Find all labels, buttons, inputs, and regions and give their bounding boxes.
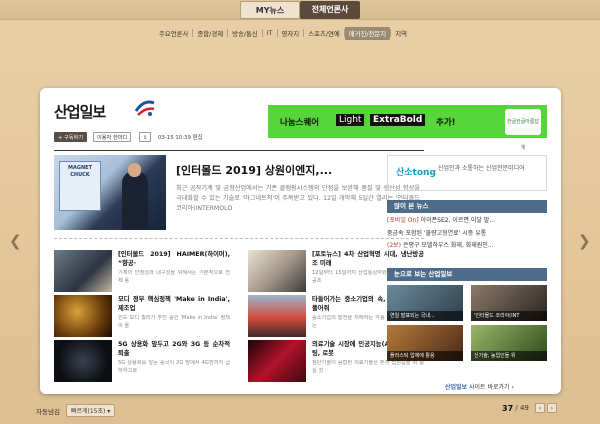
site-link-name: 산업일보 — [445, 384, 468, 391]
stong-text: 산업인과 소통하는 산업전문미디어 — [438, 165, 525, 172]
story-desc: 첨단기술이 융합된 의료기술은 환자 접점길을 위 충실 것 — [312, 360, 424, 374]
pop-text: 은평구 모델하우스 화재, 화재원인... — [401, 242, 494, 249]
story-title: 모디 정부 핵심정책 'Make in India', 제조업 — [118, 296, 230, 312]
page-current: 37 — [502, 403, 514, 413]
story-thumbnail — [54, 295, 112, 337]
list-item[interactable]: 중금속 포함된 '물량고형연료' 시중 유통 — [387, 228, 547, 241]
ad-text: 나눔스퀘어 — [280, 118, 320, 128]
ad-banner[interactable]: 나눔스퀘어 Light ExtraBold 추가! 한글한글아름답게 — [268, 105, 547, 151]
subscribe-button[interactable]: + 구독하기 — [54, 132, 88, 142]
story-thumbnail — [248, 250, 306, 292]
category-bar: 주요언론사 종합/경제 방송/통신 IT 영자지 스포츠/연예 매거진/전문지 … — [155, 26, 411, 40]
story-thumbnail — [54, 250, 112, 292]
category-english[interactable]: 영자지 — [278, 27, 304, 40]
user-comment-button[interactable]: 이용자 한마디 — [93, 132, 132, 142]
list-item[interactable]: (2보) 은평구 모델하우스 화재, 화재원인... — [387, 240, 547, 253]
pager: 37 / 49 ‹ › — [502, 403, 557, 413]
share-icon[interactable]: ⇪ — [139, 132, 151, 142]
ad-logo: 한글한글아름답게 — [505, 109, 541, 151]
popular-news-list: [포바일 On] 아이폰SE2, 이르면 이달 발... 중금속 포함된 '물량… — [387, 215, 547, 253]
main-lead[interactable]: 최근 공작기계 및 금형산업에서는 기존 클램핑시스템의 단점을 보완해 품질 … — [176, 184, 420, 232]
category-local[interactable]: 지역 — [391, 27, 411, 40]
story-item[interactable]: 모디 정부 핵심정책 'Make in India', 제조업 인도 모디 총리… — [54, 295, 230, 337]
photo-tile[interactable]: 플라스틱 업체에 활용 — [387, 325, 463, 361]
pop-tag: [포바일 On] — [387, 217, 419, 224]
story-desc: 인도 모디 총리가 추진 중인 'Make in India' 정책이 올 — [118, 315, 230, 329]
all-press-tab[interactable]: 전체언론사 — [300, 1, 360, 19]
ad-text-suffix: 추가! — [436, 118, 456, 128]
category-it[interactable]: IT — [263, 27, 277, 39]
story-thumbnail — [248, 295, 306, 337]
speed-select[interactable]: 빠르게(15초) ▾ — [65, 404, 116, 417]
site-link-suffix: 사이트 바로가기 › — [467, 384, 514, 391]
ad-light-label: Light — [336, 114, 365, 126]
person-face — [128, 163, 141, 177]
photo-tile[interactable]: 신기술, 농업인들 위 — [471, 325, 547, 361]
story-desc: 5G 상용화를 앞둔 중국이 2G 망에서 4G망까지 급하하고로 — [118, 360, 230, 374]
photo-caption: '인터몰드 코리아(INT — [471, 311, 547, 321]
photo-caption: 플라스틱 업체에 활용 — [387, 351, 463, 361]
popular-news-header: 많이 본 뉴스 — [387, 200, 547, 213]
site-link[interactable]: 산업일보 사이트 바로가기 › — [445, 382, 514, 391]
magnet-chuck-sign: MAGNET CHUCK — [59, 161, 101, 211]
auto-flip-control: 자동넘김 빠르게(15초) ▾ — [36, 404, 116, 417]
story-title: 5G 상용화 앞두고 2G와 3G 등 순차적 퇴출 — [118, 341, 230, 357]
main-headline[interactable]: [인터몰드 2019] 상원이엔지,... — [176, 162, 332, 178]
top-nav-bar: MY뉴스 전체언론사 — [0, 0, 600, 20]
main-story-image[interactable]: MAGNET CHUCK — [54, 155, 166, 230]
next-page-arrow-icon[interactable]: ❯ — [578, 232, 591, 250]
category-major[interactable]: 주요언론사 — [155, 27, 192, 40]
story-title: [포토뉴스] 4차 산업혁명 시대, 냉난방공조 미래 — [312, 251, 424, 267]
divider — [54, 150, 424, 151]
story-item[interactable]: [인터몰드 2019] HAIMER(하이머), “향공· 기계의 안정성과 내… — [54, 250, 230, 292]
paper-logo[interactable]: 산업일보 — [54, 101, 106, 122]
story-thumbnail — [248, 340, 306, 382]
stong-logo: 산소tong — [396, 168, 436, 178]
person-figure — [122, 171, 148, 230]
photo-caption: 신기술, 농업인들 위 — [471, 351, 547, 361]
story-title: [인터몰드 2019] HAIMER(하이머), “향공· — [118, 251, 230, 267]
category-broadcast[interactable]: 방송/통신 — [228, 27, 262, 40]
page-total: / 49 — [515, 404, 529, 412]
story-desc: 기계의 안정성과 내구성을 위해서는 기본적으로 전체 용 — [118, 270, 230, 284]
ad-extrabold-label: ExtraBold — [370, 114, 426, 126]
photo-tile[interactable]: 연일 발표되는 국내... — [387, 285, 463, 321]
pager-next-icon[interactable]: › — [546, 403, 557, 413]
pop-tag: (2보) — [387, 242, 402, 249]
pager-prev-icon[interactable]: ‹ — [534, 403, 545, 413]
edit-date: 03-15 10:39 편집 — [158, 135, 203, 141]
category-sports[interactable]: 스포츠/연예 — [304, 27, 344, 40]
photo-tile[interactable]: '인터몰드 코리아(INT — [471, 285, 547, 321]
story-thumbnail — [54, 340, 112, 382]
category-economy[interactable]: 종합/경제 — [193, 27, 227, 40]
list-item[interactable]: [포바일 On] 아이폰SE2, 이르면 이달 발... — [387, 215, 547, 228]
auto-flip-label: 자동넘김 — [36, 407, 60, 416]
dashed-divider — [54, 238, 424, 239]
logo-mark-icon — [134, 100, 155, 116]
photo-news-header: 눈으로 보는 산업일보 — [387, 268, 547, 281]
story-item[interactable]: 5G 상용화 앞두고 2G와 3G 등 순차적 퇴출 5G 상용화를 앞둔 중국… — [54, 340, 230, 382]
prev-page-arrow-icon[interactable]: ❮ — [9, 232, 22, 250]
pop-text: 중금속 포함된 '물량고형연료' 시중 유통 — [387, 229, 487, 237]
category-magazine[interactable]: 매거진/전문지 — [344, 26, 391, 40]
my-news-tab[interactable]: MY뉴스 — [240, 1, 300, 19]
stong-banner[interactable]: 산소tong 산업인과 소통하는 산업전문미디어 — [387, 155, 547, 191]
newspaper-page: 산업일보 + 구독하기 이용자 한마디 ⇪ 03-15 10:39 편집 나눔스… — [40, 88, 561, 394]
photo-caption: 연일 발표되는 국내... — [387, 311, 463, 321]
pop-text: 아이폰SE2, 이르면 이달 발... — [418, 217, 496, 224]
